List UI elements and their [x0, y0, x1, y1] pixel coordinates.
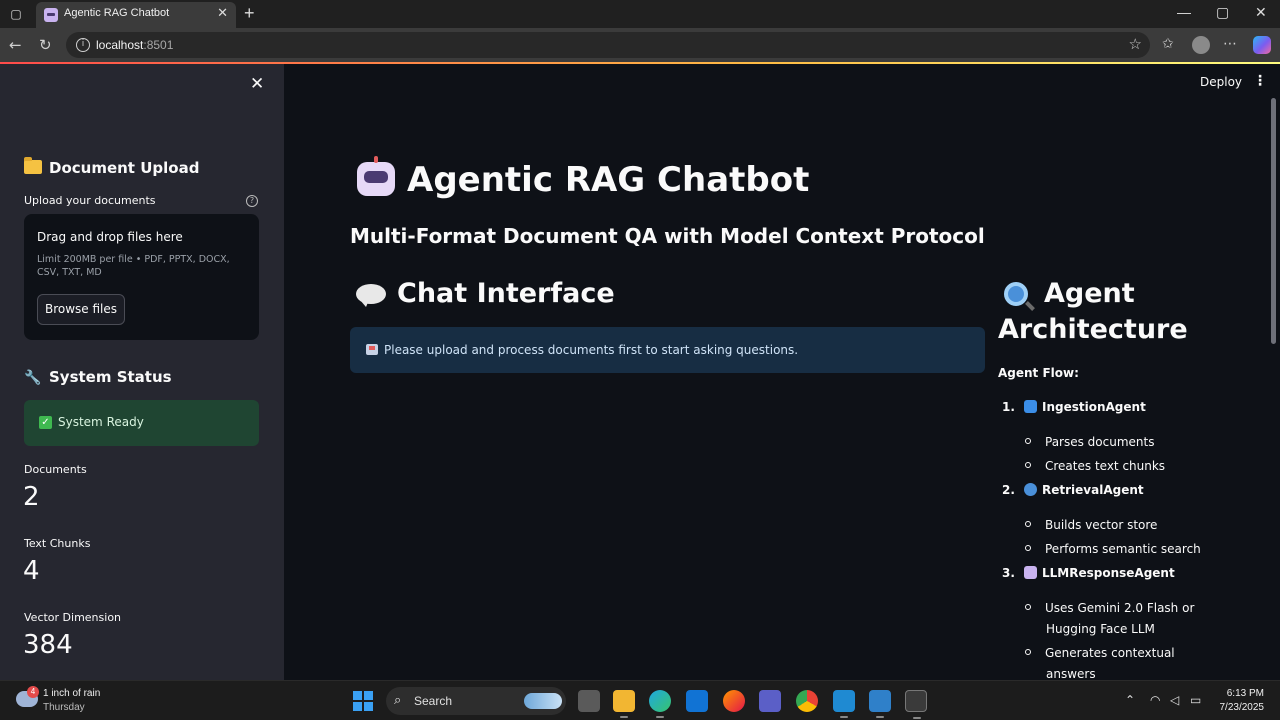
task-view-icon[interactable]	[578, 690, 600, 712]
list-item: Parses documents	[1025, 432, 1154, 453]
list-item: Generates contextual answers	[1025, 643, 1175, 680]
taskbar-search[interactable]: ⌕ Search	[386, 687, 566, 715]
taskbar-time[interactable]: 6:13 PM	[1224, 688, 1264, 699]
metric-label-chunks: Text Chunks	[24, 537, 91, 550]
tab-actions-icon[interactable]: ▢	[8, 6, 24, 22]
favorites-icon[interactable]: ✩	[1162, 36, 1174, 52]
robot-icon	[1024, 566, 1037, 579]
deploy-button[interactable]: Deploy	[1200, 75, 1242, 89]
upload-heading: Document Upload	[24, 157, 199, 177]
browser-tab-bar: ▢ Agentic RAG Chatbot ✕ + — ▢ ✕	[0, 0, 1280, 28]
dropzone-title: Drag and drop files here	[37, 230, 183, 244]
search-icon: ⌕	[394, 693, 402, 708]
list-item: Builds vector store	[1025, 515, 1157, 536]
site-info-icon[interactable]: i	[76, 38, 90, 52]
robot-icon	[357, 156, 395, 196]
upload-label: Upload your documents	[24, 194, 156, 207]
sidebar: ✕ Document Upload Upload your documents …	[0, 64, 284, 680]
page-subtitle: Multi-Format Document QA with Model Cont…	[350, 224, 985, 248]
edge-browser-icon[interactable]	[649, 690, 671, 718]
teams-icon[interactable]	[759, 690, 781, 712]
folder-icon	[24, 157, 42, 174]
volume-icon[interactable]: ◁	[1170, 693, 1179, 707]
search-label: Search	[414, 694, 453, 708]
status-heading: 🔧 System Status	[24, 368, 172, 386]
url-text: localhost:8501	[96, 38, 174, 52]
weather-day: Thursday	[43, 702, 85, 713]
list-item: Uses Gemini 2.0 Flash or Hugging Face LLM	[1025, 598, 1194, 640]
architecture-heading: Agent Architecture	[998, 278, 1188, 345]
weather-badge: 4	[27, 686, 39, 698]
vscode-icon[interactable]	[833, 690, 855, 718]
speech-bubble-icon	[356, 284, 386, 307]
more-icon[interactable]: ⋯	[1223, 36, 1237, 52]
metric-label-documents: Documents	[24, 463, 87, 476]
tray-overflow-icon[interactable]: ⌃	[1125, 693, 1135, 707]
browser-tab[interactable]: Agentic RAG Chatbot ✕	[36, 2, 236, 28]
agent-item-llm-response: 3. LLMResponseAgent	[1002, 566, 1175, 580]
status-badge: ✓ System Ready	[24, 400, 259, 446]
chat-heading: Chat Interface	[397, 278, 615, 309]
file-explorer-icon[interactable]	[613, 690, 635, 718]
tab-title: Agentic RAG Chatbot	[64, 7, 170, 19]
list-item: Creates text chunks	[1025, 456, 1165, 477]
weather-text[interactable]: 1 inch of rain	[43, 688, 100, 699]
browser-toolbar: ← ↻ i localhost:8501 ☆ ✩ ⋯	[0, 28, 1280, 62]
file-dropzone[interactable]: Drag and drop files here Limit 200MB per…	[24, 214, 259, 340]
check-icon: ✓	[39, 416, 52, 429]
taskbar: 4 1 inch of rain Thursday ⌕ Search ⌃ ◠ ◁…	[0, 680, 1280, 720]
wifi-icon[interactable]: ◠	[1150, 693, 1160, 707]
minimize-icon[interactable]: —	[1177, 4, 1191, 20]
status-text: System Ready	[58, 415, 144, 429]
dropzone-limit: Limit 200MB per file • PDF, PPTX, DOCX, …	[37, 254, 230, 278]
agent-item-retrieval: 2. RetrievalAgent	[1002, 483, 1144, 497]
outlook-icon[interactable]	[686, 690, 708, 712]
profile-avatar[interactable]	[1192, 36, 1210, 54]
refresh-icon	[1024, 400, 1037, 413]
notepad-icon[interactable]	[869, 690, 891, 718]
inbox-icon	[366, 344, 378, 355]
sidebar-close-icon[interactable]: ✕	[250, 74, 264, 94]
terminal-icon[interactable]	[905, 690, 927, 719]
maximize-icon[interactable]: ▢	[1216, 4, 1229, 21]
metric-label-vector-dimension: Vector Dimension	[24, 611, 122, 624]
wrench-icon: 🔧	[24, 370, 42, 386]
new-tab-button[interactable]: +	[244, 3, 255, 24]
copilot-icon[interactable]	[1253, 36, 1271, 54]
main-menu-icon[interactable]: ⋮	[1253, 73, 1267, 89]
page-title: Agentic RAG Chatbot	[407, 160, 810, 200]
taskbar-date[interactable]: 7/23/2025	[1208, 702, 1265, 713]
windows-start-icon[interactable]	[353, 691, 373, 711]
info-message: Please upload and process documents firs…	[384, 343, 799, 357]
window-close-icon[interactable]: ✕	[1255, 4, 1267, 21]
metric-value-documents: 2	[23, 482, 40, 512]
help-icon[interactable]: ?	[246, 195, 258, 207]
address-bar[interactable]: i localhost:8501 ☆	[66, 32, 1150, 58]
tab-close-icon[interactable]: ✕	[217, 6, 228, 21]
robot-favicon-icon	[44, 8, 58, 22]
list-item: Performs semantic search	[1025, 539, 1201, 560]
search-highlight-art	[524, 693, 562, 709]
info-alert: Please upload and process documents firs…	[350, 327, 985, 373]
streamlit-app: ✕ Document Upload Upload your documents …	[0, 62, 1280, 680]
battery-icon[interactable]: ▭	[1190, 693, 1201, 707]
agent-item-ingestion: 1. IngestionAgent	[1002, 400, 1146, 414]
browse-files-button[interactable]: Browse files	[37, 294, 125, 325]
favorite-star-icon[interactable]: ☆	[1129, 35, 1142, 53]
chrome-icon[interactable]	[796, 690, 818, 712]
metric-value-vector-dimension: 384	[23, 630, 73, 660]
firefox-icon[interactable]	[723, 690, 745, 712]
back-icon[interactable]: ←	[9, 36, 22, 54]
metric-value-chunks: 4	[23, 556, 40, 586]
main-scrollbar[interactable]	[1271, 98, 1276, 344]
magnifier-icon	[1024, 483, 1037, 496]
agent-flow-label: Agent Flow:	[998, 366, 1079, 380]
reload-icon[interactable]: ↻	[39, 36, 52, 54]
